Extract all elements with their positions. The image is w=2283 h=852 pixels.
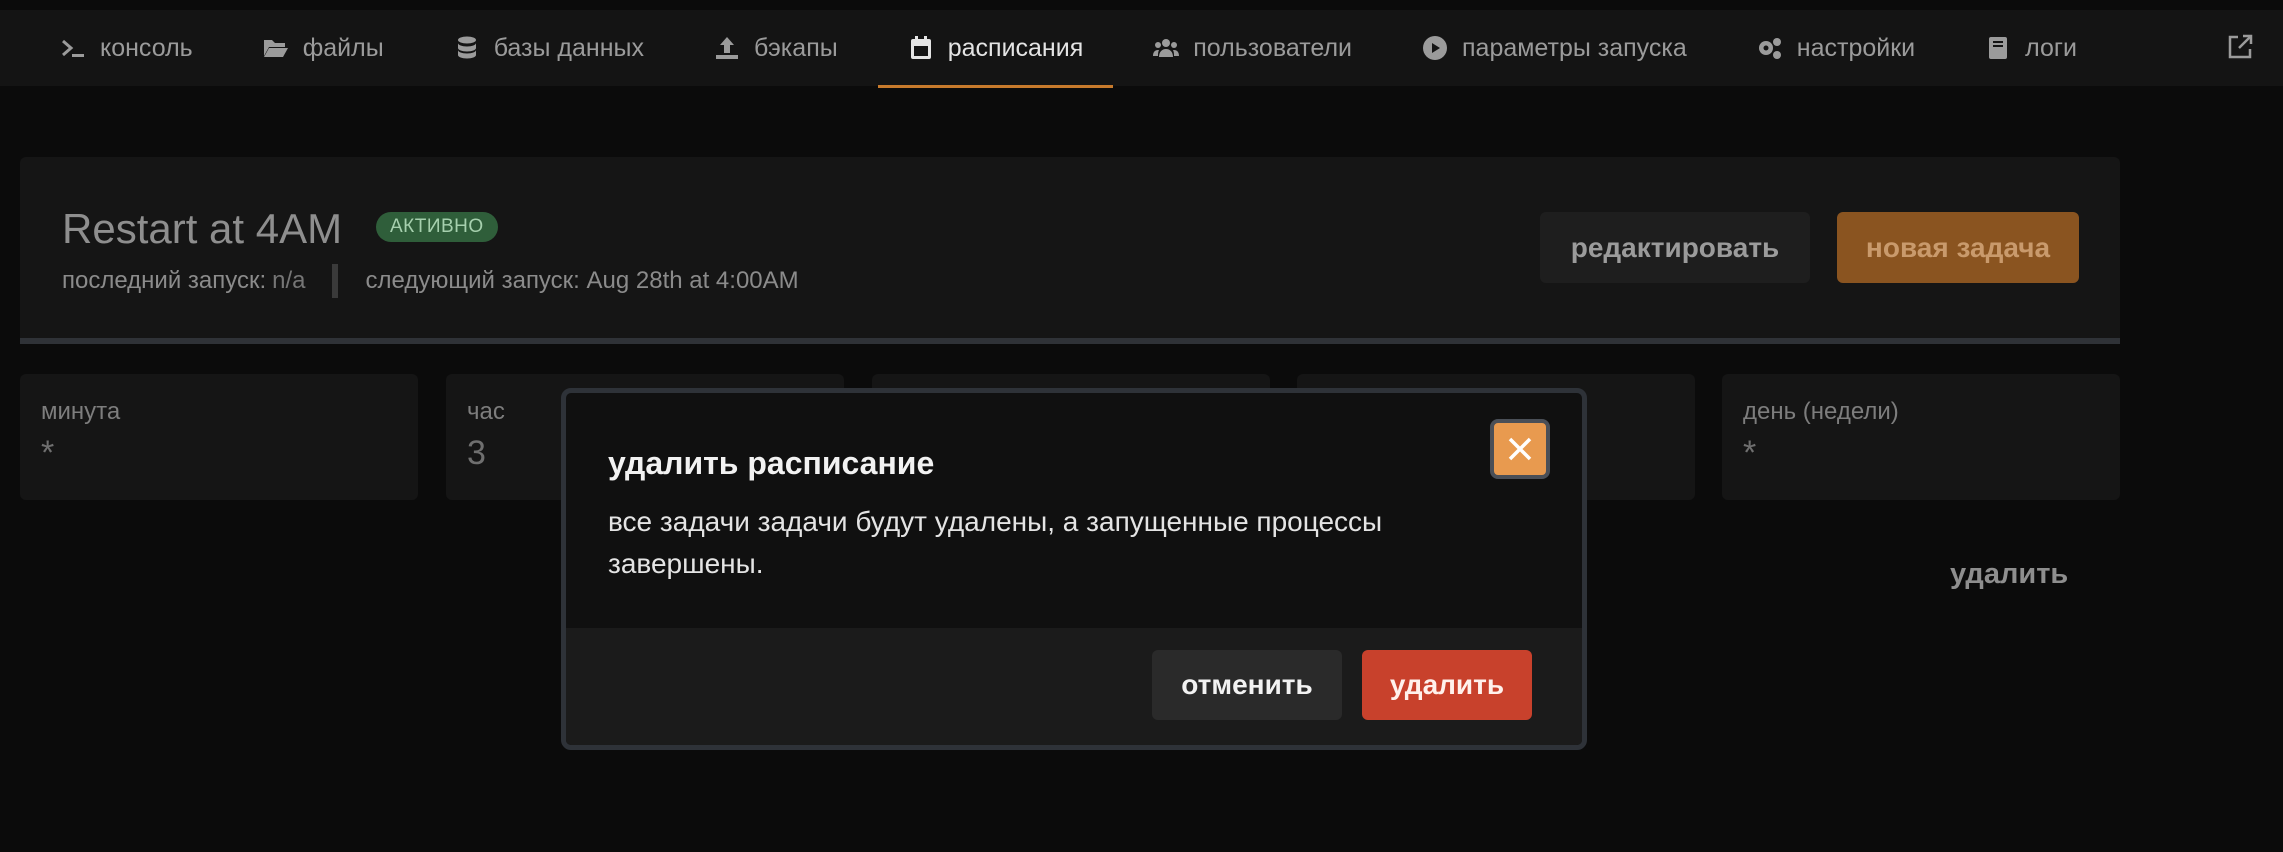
- nav-tab-label: консоль: [100, 33, 193, 62]
- schedule-meta: последний запуск: n/a следующий запуск: …: [62, 264, 799, 298]
- external-link-button[interactable]: [2225, 32, 2255, 62]
- nav-tab-schedules[interactable]: расписания: [877, 10, 1114, 88]
- calendar-icon: [910, 36, 931, 59]
- nav-tab-label: расписания: [947, 33, 1084, 62]
- status-badge: АКТИВНО: [376, 212, 498, 242]
- external-link-icon: [2228, 34, 2253, 59]
- users-icon: [1153, 39, 1180, 57]
- schedule-title: Restart at 4AM: [62, 205, 343, 252]
- edit-button[interactable]: редактировать: [1540, 212, 1810, 283]
- database-icon: [457, 36, 476, 59]
- upload-icon: [716, 37, 739, 59]
- nav-tab-startup[interactable]: параметры запуска: [1392, 10, 1717, 86]
- nav-tab-users[interactable]: пользователи: [1123, 10, 1382, 86]
- nav-tab-backups[interactable]: бэкапы: [684, 10, 868, 86]
- modal-close-button[interactable]: [1490, 419, 1550, 479]
- cron-label: день (недели): [1743, 398, 1899, 425]
- cancel-button[interactable]: отменить: [1152, 650, 1342, 720]
- terminal-icon: [62, 39, 84, 57]
- cron-label: минута: [41, 398, 121, 425]
- top-nav: консоль файлы базы данных бэкапы расписа…: [0, 10, 2283, 88]
- nav-tab-console[interactable]: консоль: [0, 10, 223, 86]
- modal-title: удалить расписание: [608, 445, 935, 481]
- delete-schedule-button[interactable]: удалить: [1950, 558, 2068, 591]
- close-icon: [1508, 437, 1532, 461]
- cron-value: 3: [467, 434, 486, 472]
- schedule-header-card: Restart at 4AM АКТИВНО последний запуск:…: [20, 157, 2120, 344]
- cron-value: *: [41, 434, 55, 472]
- cron-label: час: [467, 398, 505, 425]
- nav-tab-label: базы данных: [493, 33, 645, 62]
- folder-open-icon: [263, 40, 288, 57]
- meta-divider: [331, 264, 338, 298]
- new-task-button[interactable]: новая задача: [1837, 212, 2079, 283]
- nav-tab-label: бэкапы: [754, 33, 838, 62]
- nav-tab-files[interactable]: файлы: [233, 10, 414, 86]
- next-run: следующий запуск: Aug 28th at 4:00AM: [365, 267, 799, 294]
- nav-tab-settings[interactable]: настройки: [1727, 10, 1945, 86]
- modal-body: все задачи задачи будут удалены, а запущ…: [608, 506, 1383, 579]
- nav-tab-label: логи: [2025, 33, 2077, 62]
- book-icon: [1989, 37, 2008, 59]
- play-circle-icon: [1423, 36, 1447, 60]
- nav-tab-label: настройки: [1796, 33, 1916, 62]
- cron-minute-card: минута *: [20, 374, 418, 500]
- cron-day-of-week-card: день (недели) *: [1722, 374, 2120, 500]
- header-divider: [20, 338, 2120, 344]
- confirm-delete-button[interactable]: удалить: [1362, 650, 1532, 720]
- last-run-value: n/a: [272, 267, 306, 294]
- nav-tab-label: параметры запуска: [1462, 33, 1687, 62]
- nav-tab-label: пользователи: [1193, 33, 1352, 62]
- cogs-icon: [1758, 38, 1781, 59]
- cron-value: *: [1743, 434, 1757, 472]
- nav-tab-label: файлы: [302, 33, 384, 62]
- last-run-label: последний запуск:: [62, 267, 267, 294]
- nav-tab-databases[interactable]: базы данных: [424, 10, 674, 86]
- modal-footer: отменить удалить: [566, 628, 1582, 745]
- nav-tab-logs[interactable]: логи: [1955, 10, 2107, 86]
- delete-schedule-modal: удалить расписание все задачи задачи буд…: [561, 388, 1587, 750]
